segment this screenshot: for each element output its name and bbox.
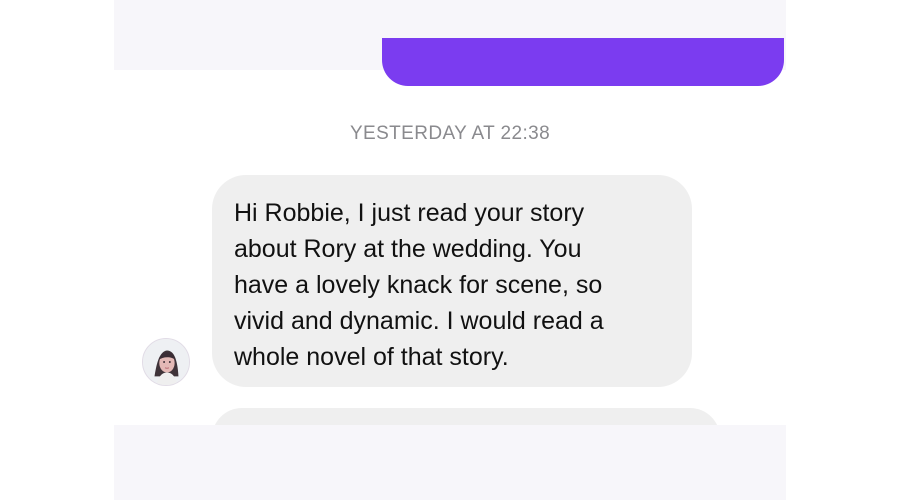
received-message-bubble[interactable]: Hi Robbie, I just read your story about … [212,175,692,387]
sent-message-bubble[interactable] [382,38,784,86]
profile-photo-icon [143,339,189,385]
sender-avatar[interactable] [142,338,190,386]
chat-view: YESTERDAY AT 22:38 Hi Robbie, I just rea… [114,0,786,500]
message-timestamp: YESTERDAY AT 22:38 [349,123,551,144]
received-message-row: Hi Robbie, I just read your story about … [114,175,786,387]
screenshot-canvas: YESTERDAY AT 22:38 Hi Robbie, I just rea… [0,0,900,500]
bottom-panel [114,425,786,500]
